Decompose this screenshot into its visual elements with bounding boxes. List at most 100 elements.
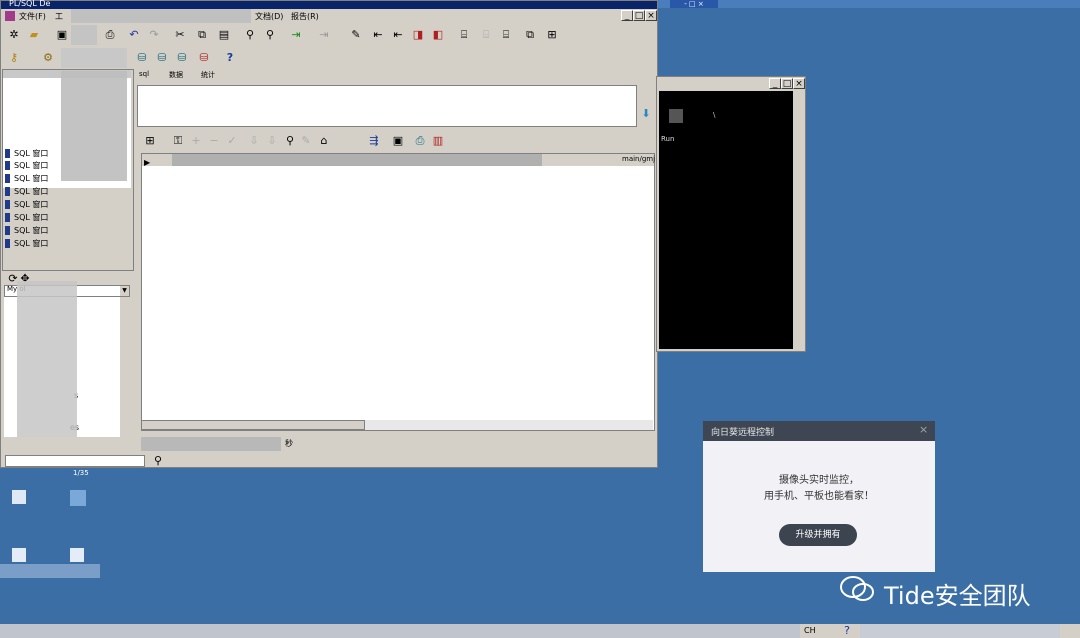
print-grid-icon[interactable]: ⎙ xyxy=(413,134,427,148)
undo-icon[interactable]: ↶ xyxy=(127,28,141,42)
watermark-text: Tide安全团队 xyxy=(884,582,1031,610)
menu-tools[interactable]: 工 xyxy=(55,11,63,22)
new-icon[interactable]: ✲ xyxy=(7,28,21,42)
find-icon[interactable]: ⚲ xyxy=(243,28,257,42)
language-indicator[interactable]: CH xyxy=(804,626,816,635)
minimize-button[interactable]: _ xyxy=(769,78,781,89)
explain2-icon[interactable]: ⌸ xyxy=(479,28,493,42)
uncomment-icon[interactable]: ◧ xyxy=(431,28,445,42)
tab-data[interactable]: 数据 xyxy=(169,70,183,80)
desktop-icon[interactable] xyxy=(70,548,84,562)
fetch-icon[interactable]: ⇩ xyxy=(265,134,279,148)
grid-icon[interactable]: ⊞ xyxy=(143,134,157,148)
explain-icon[interactable]: ⌸ xyxy=(457,28,471,42)
redo-icon[interactable]: ↷ xyxy=(147,28,161,42)
tab-stats[interactable]: 统计 xyxy=(201,70,215,80)
sql-editor[interactable] xyxy=(137,85,637,127)
add-row-icon[interactable]: + xyxy=(189,134,203,148)
chevron-down-icon: ▼ xyxy=(120,286,129,296)
blurred-columns xyxy=(172,154,542,166)
console-scrollbar[interactable] xyxy=(793,91,805,349)
desktop-icon[interactable] xyxy=(12,490,26,504)
export-icon[interactable]: ⌂ xyxy=(317,134,331,148)
desktop-icon[interactable] xyxy=(12,548,26,562)
print-icon[interactable]: ⎙ xyxy=(103,28,117,42)
gear-icon[interactable]: ⚙ xyxy=(41,51,55,65)
blurred-console-line xyxy=(669,109,683,123)
chart-icon[interactable]: ▥ xyxy=(431,134,445,148)
taskbar: CH ? xyxy=(0,624,1080,638)
editor-scrollbar[interactable]: ⬇ xyxy=(637,85,653,125)
clear-icon[interactable]: ✎ xyxy=(299,134,313,148)
bottom-select[interactable] xyxy=(5,455,145,467)
menu-file[interactable]: 文件(F) xyxy=(19,11,46,22)
grid-hscroll[interactable] xyxy=(141,420,653,430)
nav-icon[interactable]: ⇶ xyxy=(367,134,381,148)
close-button[interactable]: × xyxy=(645,10,657,21)
save-grid-icon[interactable]: ▣ xyxy=(391,134,405,148)
post-icon[interactable]: ✓ xyxy=(225,134,239,148)
down-arrow-icon[interactable]: ⬇ xyxy=(639,107,653,121)
sql-window-item[interactable]: SQL 窗口 xyxy=(5,186,48,198)
hscroll-thumb[interactable] xyxy=(141,420,365,430)
cut-icon[interactable]: ✂ xyxy=(173,28,187,42)
status-time: 秒 xyxy=(285,439,293,448)
save-icon[interactable]: ▣ xyxy=(55,28,69,42)
desktop-icon-label xyxy=(0,564,100,578)
help-icon[interactable]: ? xyxy=(840,624,854,638)
minimize-button[interactable]: _ xyxy=(621,10,633,21)
comment-icon[interactable]: ◨ xyxy=(411,28,425,42)
stop-icon[interactable]: ⇥ xyxy=(317,28,331,42)
db-rollback-icon[interactable]: ⛁ xyxy=(175,51,189,65)
db-commit-icon[interactable]: ⛁ xyxy=(155,51,169,65)
sql-window-item[interactable]: SQL 窗口 xyxy=(5,225,48,237)
sql-window-item[interactable]: SQL 窗口 xyxy=(5,160,48,172)
menu-report[interactable]: 报告(R) xyxy=(291,11,319,22)
sql-window-item[interactable]: SQL 窗口 xyxy=(5,212,48,224)
replace-icon[interactable]: ⚲ xyxy=(263,28,277,42)
edit-icon[interactable]: ✎ xyxy=(349,28,363,42)
result-grid[interactable]: ▶ main/gmj xyxy=(141,153,655,431)
unindent-icon[interactable]: ⇤ xyxy=(391,28,405,42)
query-icon[interactable]: ⇩ xyxy=(247,134,261,148)
tab-sql[interactable]: sql xyxy=(139,70,149,78)
sql-window-item[interactable]: SQL 窗口 xyxy=(5,199,48,211)
search-icon[interactable]: ⚲ xyxy=(151,454,165,468)
popup-title: 向日葵远程控制 xyxy=(711,428,775,438)
tile-icon[interactable]: ⊞ xyxy=(545,28,559,42)
paste-icon[interactable]: ▤ xyxy=(217,28,231,42)
copy-icon[interactable]: ⧉ xyxy=(195,28,209,42)
help-icon[interactable]: ? xyxy=(223,51,237,65)
popup-close-button[interactable]: × xyxy=(919,423,928,436)
sql-window-item[interactable]: SQL 窗口 xyxy=(5,238,48,250)
binoculars-icon[interactable]: ⚲ xyxy=(283,134,297,148)
blurred-taskbar xyxy=(0,624,800,638)
db-connect-icon[interactable]: ⛁ xyxy=(135,51,149,65)
menu-document[interactable]: 文档(D) xyxy=(255,11,283,22)
key-icon[interactable]: ⚷ xyxy=(7,51,21,65)
db-icon[interactable]: ⛁ xyxy=(197,51,211,65)
sql-window-item[interactable]: SQL 窗口 xyxy=(5,148,48,160)
sql-window-icon xyxy=(5,161,10,170)
execute-icon[interactable]: ⇥ xyxy=(289,28,303,42)
open-icon[interactable]: ▰ xyxy=(27,28,41,42)
close-button[interactable]: × xyxy=(793,78,805,89)
lock-icon[interactable]: ⚿ xyxy=(171,134,185,148)
console-output[interactable]: \ Run xyxy=(659,91,793,349)
grid-toolbar: ⊞ ⚿ + − ✓ ⇩ ⇩ ⚲ ✎ ⌂ ⇶ ▣ ⎙ ▥ xyxy=(137,131,655,151)
delete-row-icon[interactable]: − xyxy=(207,134,221,148)
top-right-caption[interactable]: - □ × xyxy=(670,0,718,8)
window-list-icon[interactable]: ⧉ xyxy=(523,28,537,42)
sql-tabs: sql 数据 统计 xyxy=(135,69,655,81)
upgrade-button[interactable]: 升级并拥有 xyxy=(779,524,857,546)
explain3-icon[interactable]: ⌸ xyxy=(499,28,513,42)
maximize-button[interactable]: □ xyxy=(781,78,793,89)
sql-window-icon xyxy=(5,200,10,209)
sql-window-icon xyxy=(5,149,10,158)
sql-window-item[interactable]: SQL 窗口 xyxy=(5,173,48,185)
indent-icon[interactable]: ⇤ xyxy=(371,28,385,42)
window-title: PL/SQL De xyxy=(9,0,51,8)
desktop-icon[interactable] xyxy=(70,490,86,506)
maximize-button[interactable]: □ xyxy=(633,10,645,21)
app-icon xyxy=(5,11,15,21)
